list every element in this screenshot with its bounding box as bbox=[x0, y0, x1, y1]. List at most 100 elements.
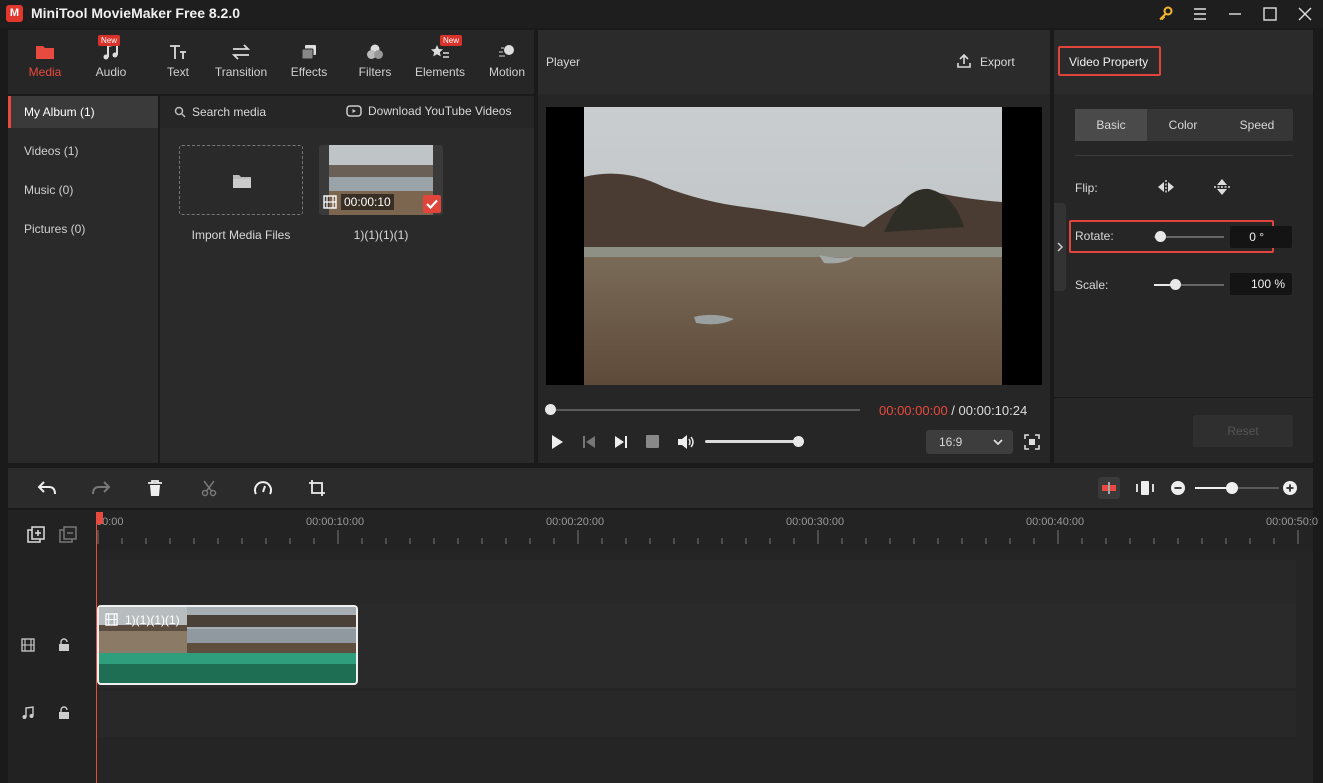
aspect-ratio-select[interactable]: 16:9 bbox=[926, 430, 1013, 454]
key-icon[interactable] bbox=[1156, 4, 1176, 24]
speed-icon[interactable] bbox=[253, 479, 273, 500]
playhead-line[interactable] bbox=[96, 512, 97, 783]
divider bbox=[1054, 397, 1313, 398]
time-separator: / bbox=[947, 403, 959, 418]
video-property-title: Video Property bbox=[1069, 55, 1149, 69]
tab-effects-label: Effects bbox=[290, 65, 328, 79]
menu-icon[interactable] bbox=[1190, 4, 1210, 24]
video-frame bbox=[584, 107, 1002, 385]
current-time: 00:00:00:00 bbox=[879, 403, 948, 418]
filters-icon bbox=[364, 42, 386, 62]
reset-button[interactable]: Reset bbox=[1193, 415, 1293, 447]
flip-vertical-icon[interactable] bbox=[1211, 177, 1233, 200]
aspect-ratio-value: 16:9 bbox=[939, 435, 963, 449]
tab-media[interactable]: Media bbox=[18, 30, 72, 94]
export-button[interactable]: Export bbox=[980, 55, 1015, 69]
volume-icon[interactable] bbox=[676, 433, 696, 454]
volume-slider-handle[interactable] bbox=[793, 436, 804, 447]
play-icon[interactable] bbox=[549, 433, 565, 454]
film-icon bbox=[323, 195, 337, 212]
panel-collapse-tab[interactable] bbox=[1054, 203, 1066, 291]
app-logo: M bbox=[6, 5, 23, 22]
import-media-button[interactable] bbox=[179, 145, 303, 215]
audio-track[interactable] bbox=[96, 691, 1296, 737]
flip-label: Flip: bbox=[1075, 181, 1098, 195]
tab-transition-label: Transition bbox=[214, 65, 268, 79]
tab-text[interactable]: Text bbox=[158, 30, 198, 94]
rotate-slider-handle[interactable] bbox=[1155, 231, 1166, 242]
tab-basic[interactable]: Basic bbox=[1075, 109, 1147, 141]
search-media-input[interactable]: Search media bbox=[192, 105, 266, 119]
folder-icon bbox=[34, 42, 56, 62]
film-icon bbox=[105, 613, 118, 629]
delete-icon[interactable] bbox=[146, 479, 164, 500]
unlock-icon[interactable] bbox=[58, 706, 70, 723]
album-item-music[interactable]: Music (0) bbox=[8, 174, 158, 206]
timeline-video-clip[interactable]: 1)(1)(1)(1) bbox=[97, 605, 358, 685]
export-icon bbox=[956, 53, 972, 72]
previous-frame-icon[interactable] bbox=[581, 433, 597, 454]
download-youtube-button[interactable]: Download YouTube Videos bbox=[368, 104, 511, 118]
title-bar: M MiniTool MovieMaker Free 8.2.0 bbox=[0, 0, 1323, 28]
ruler-label: 00:00:20:00 bbox=[546, 516, 605, 528]
playback-progress-handle[interactable] bbox=[545, 404, 556, 415]
scale-label: Scale: bbox=[1075, 278, 1109, 292]
maximize-icon[interactable] bbox=[1260, 4, 1280, 24]
scale-slider-handle[interactable] bbox=[1170, 279, 1181, 290]
tab-filters-label: Filters bbox=[358, 65, 392, 79]
total-time: 00:00:10:24 bbox=[958, 403, 1028, 418]
fullscreen-icon[interactable] bbox=[1024, 434, 1040, 453]
tab-motion[interactable]: Motion bbox=[485, 30, 529, 94]
clip-duration: 00:00:10 bbox=[341, 194, 394, 210]
tab-speed[interactable]: Speed bbox=[1221, 109, 1293, 141]
album-item-videos[interactable]: Videos (1) bbox=[8, 135, 158, 167]
scale-value-input[interactable]: 100 % bbox=[1230, 273, 1292, 295]
new-badge: New bbox=[98, 35, 121, 46]
zoom-in-icon[interactable] bbox=[1282, 480, 1298, 499]
window-title: MiniTool MovieMaker Free 8.2.0 bbox=[31, 5, 241, 21]
volume-slider-track[interactable] bbox=[705, 440, 798, 443]
flip-horizontal-icon[interactable] bbox=[1155, 178, 1177, 199]
album-sidebar: My Album (1) Videos (1) Music (0) Pictur… bbox=[8, 96, 158, 463]
fit-timeline-icon[interactable] bbox=[1135, 478, 1155, 501]
next-frame-icon[interactable] bbox=[613, 433, 629, 454]
effects-icon bbox=[298, 42, 320, 62]
tab-motion-label: Motion bbox=[488, 65, 526, 79]
tab-color[interactable]: Color bbox=[1147, 109, 1219, 141]
media-clip-thumbnail[interactable]: 00:00:10 bbox=[319, 145, 443, 215]
text-track[interactable] bbox=[96, 560, 1296, 604]
add-track-icon[interactable] bbox=[27, 526, 45, 547]
crop-icon[interactable] bbox=[308, 479, 326, 500]
album-item-pictures[interactable]: Pictures (0) bbox=[8, 213, 158, 245]
text-icon bbox=[167, 42, 189, 62]
video-property-tab[interactable]: Video Property bbox=[1058, 46, 1161, 76]
search-icon bbox=[174, 106, 186, 121]
folder-icon bbox=[232, 172, 252, 193]
album-item-my-album[interactable]: My Album (1) bbox=[8, 96, 158, 128]
tab-filters[interactable]: Filters bbox=[354, 30, 396, 94]
playhead-handle[interactable] bbox=[96, 512, 103, 524]
media-toolbar: Media Audio New Text Transition Effects … bbox=[8, 30, 534, 94]
divider bbox=[1075, 155, 1293, 156]
tab-effects[interactable]: Effects bbox=[286, 30, 332, 94]
timeline-ruler[interactable]: 00:00 00:00:10:00 00:00:20:00 00:00:30:0… bbox=[96, 510, 1318, 550]
youtube-download-icon bbox=[346, 104, 362, 121]
remove-track-icon[interactable] bbox=[59, 526, 77, 547]
close-icon[interactable] bbox=[1295, 4, 1315, 24]
redo-icon[interactable] bbox=[91, 479, 111, 500]
transition-arrows-icon bbox=[230, 42, 252, 62]
tab-transition[interactable]: Transition bbox=[211, 30, 271, 94]
zoom-out-icon[interactable] bbox=[1170, 480, 1186, 499]
playback-progress-track[interactable] bbox=[550, 409, 860, 411]
magnet-snap-toggle[interactable] bbox=[1098, 477, 1120, 499]
split-scissors-icon[interactable] bbox=[200, 479, 218, 500]
chevron-down-icon bbox=[992, 436, 1004, 451]
undo-icon[interactable] bbox=[37, 479, 57, 500]
property-tabs: Basic Color Speed bbox=[1075, 109, 1293, 141]
zoom-slider-handle[interactable] bbox=[1226, 482, 1238, 494]
media-search-bar: Search media Download YouTube Videos bbox=[160, 96, 534, 128]
rotate-value-input[interactable]: 0 ° bbox=[1230, 226, 1292, 248]
minimize-icon[interactable] bbox=[1225, 4, 1245, 24]
unlock-icon[interactable] bbox=[58, 638, 70, 655]
stop-icon[interactable] bbox=[646, 435, 659, 448]
